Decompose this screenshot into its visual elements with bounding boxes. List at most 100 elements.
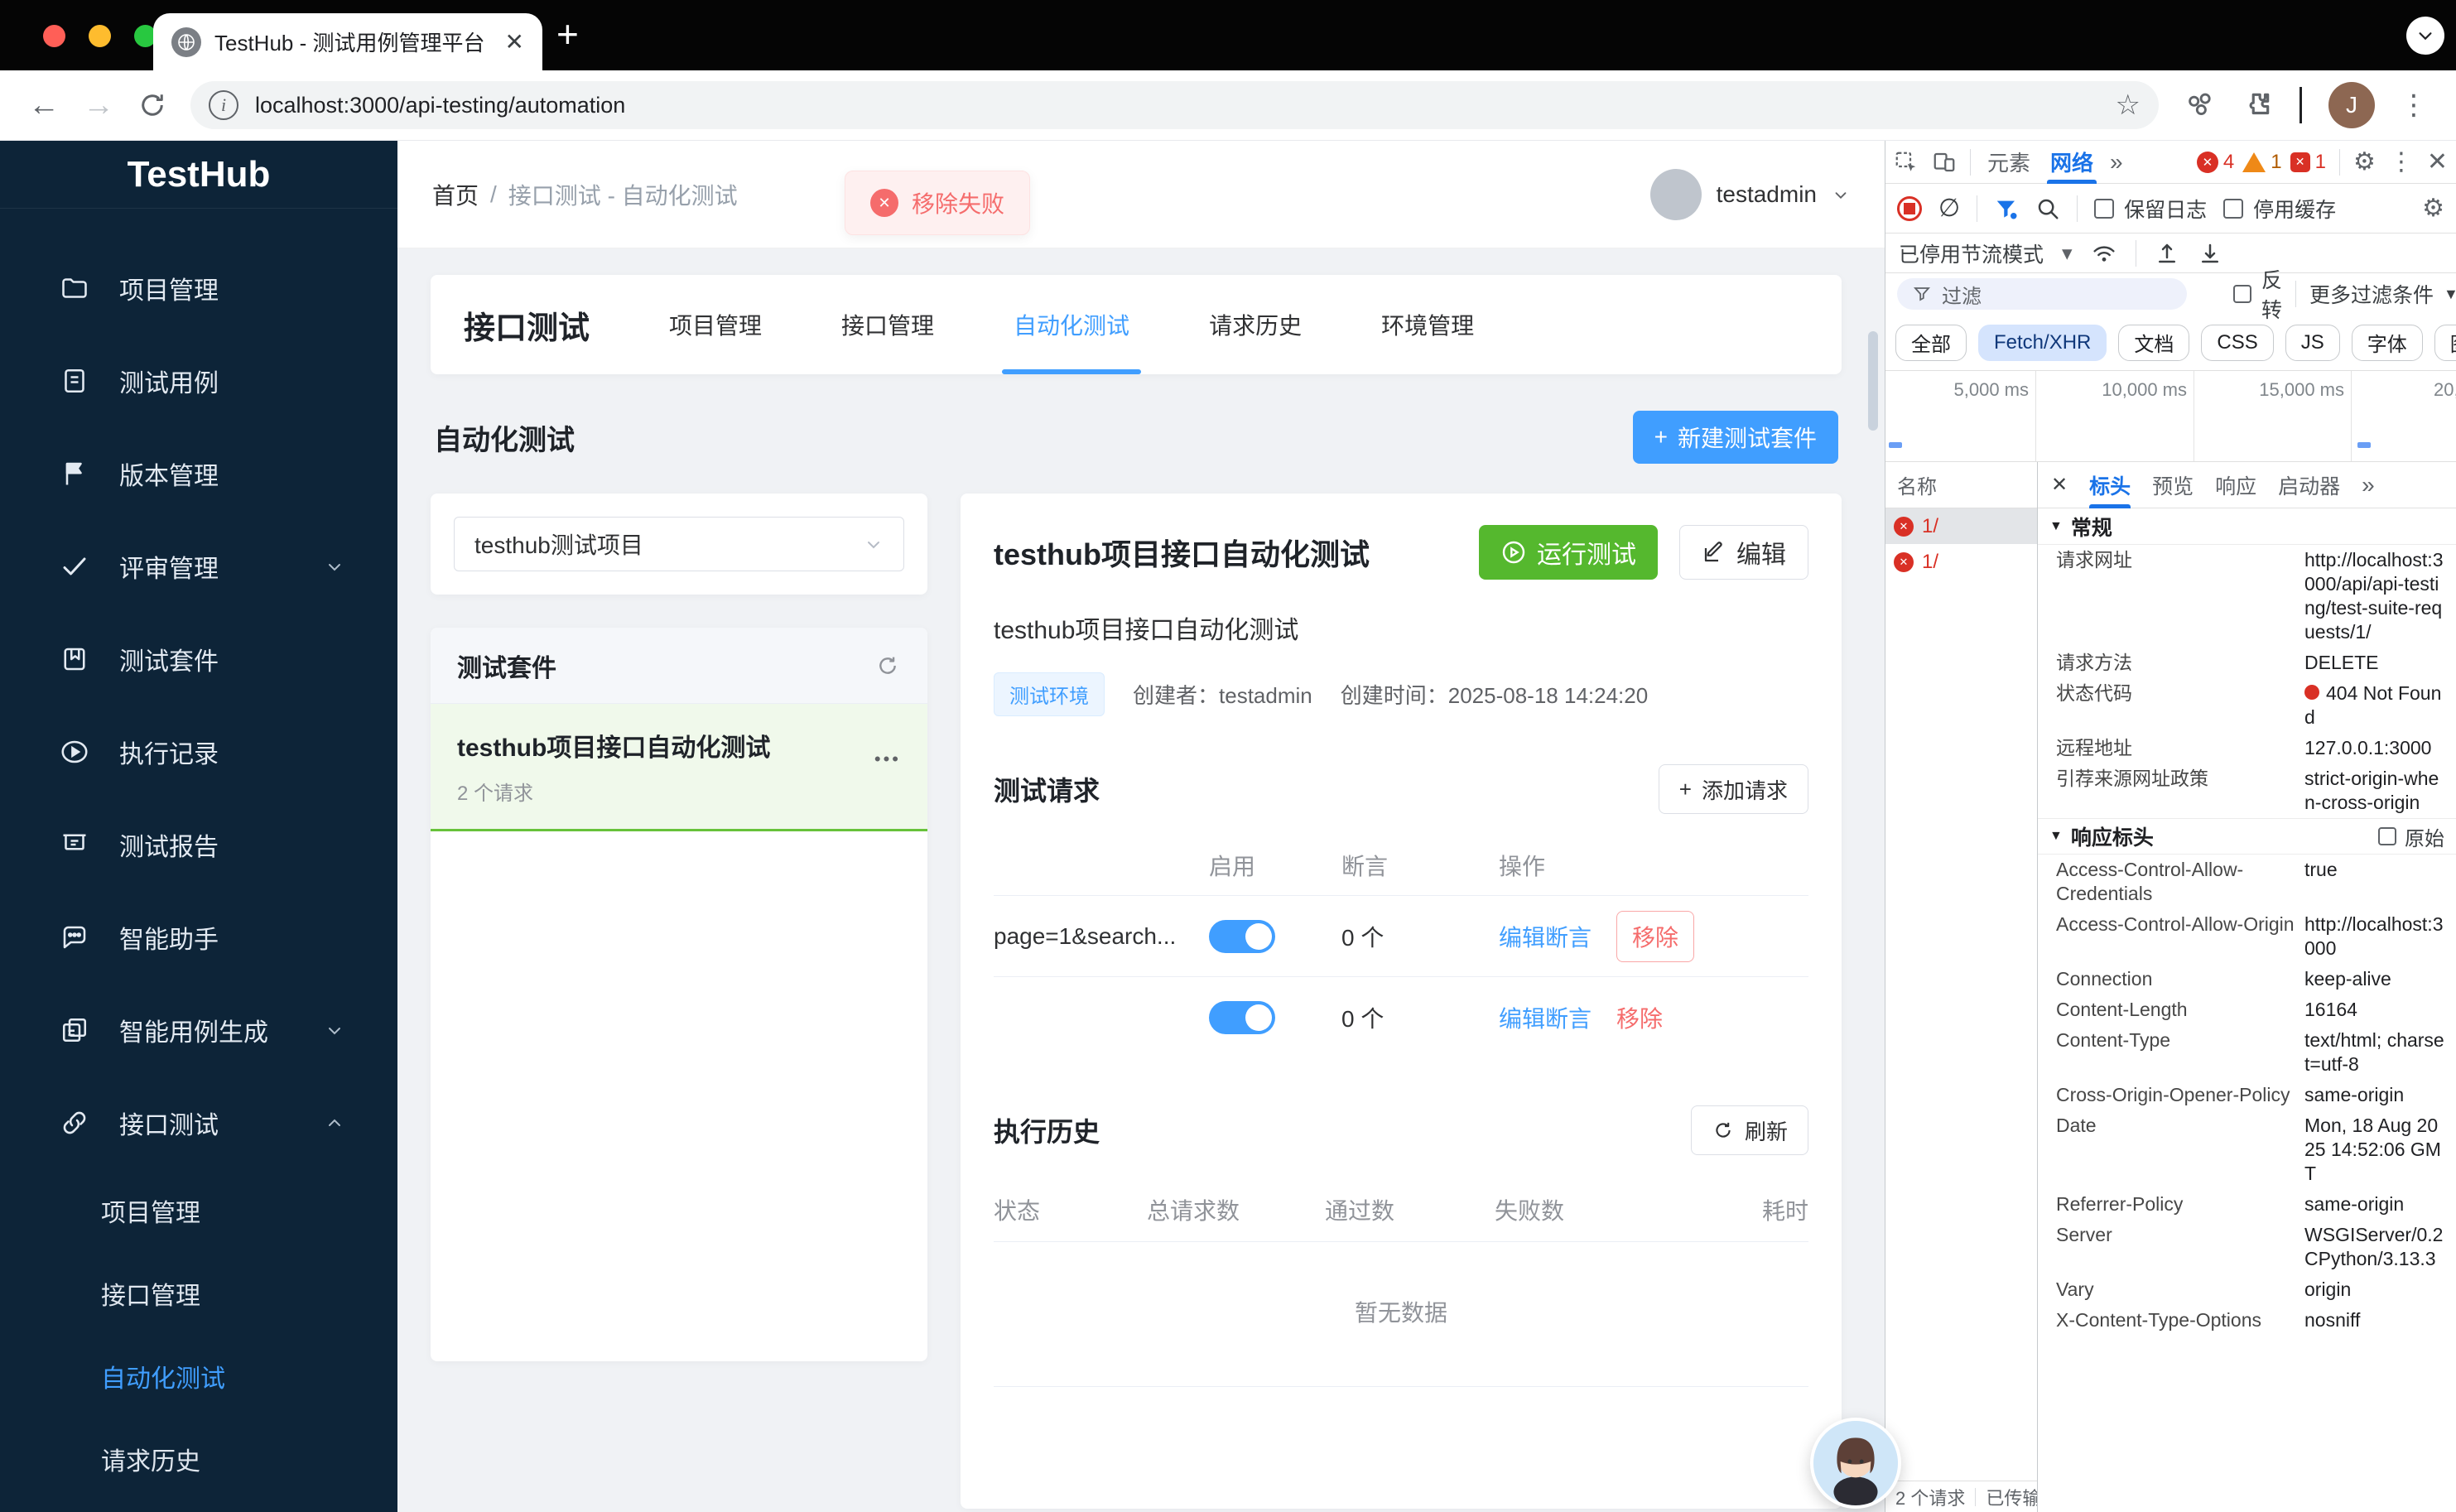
browser-menu-icon[interactable]: ⋮ — [2400, 89, 2428, 122]
chip-font[interactable]: 字体 — [2351, 324, 2423, 361]
devtools-close-icon[interactable]: ✕ — [2427, 147, 2448, 176]
edit-assertion-link[interactable]: 编辑断言 — [1499, 920, 1592, 953]
network-settings-icon[interactable]: ⚙ — [2422, 194, 2444, 223]
chip-js[interactable]: JS — [2285, 324, 2340, 361]
browser-tab[interactable]: TestHub - 测试用例管理平台 ✕ — [153, 13, 542, 70]
add-request-button[interactable]: + 添加请求 — [1658, 764, 1808, 814]
general-section-header[interactable]: ▼ 常规 — [2038, 508, 2456, 545]
request-row-selected[interactable]: ✕ 1/ — [1885, 508, 2037, 544]
filter-funnel-icon[interactable] — [1994, 196, 2019, 221]
profile-avatar[interactable]: J — [2328, 82, 2375, 128]
chip-css[interactable]: CSS — [2201, 324, 2274, 361]
tab-project-mgmt[interactable]: 项目管理 — [669, 275, 762, 374]
tab-api-mgmt[interactable]: 接口管理 — [841, 275, 934, 374]
warning-badge[interactable]: 1 — [2242, 151, 2282, 174]
name-column-header[interactable]: 名称 — [1885, 462, 2037, 508]
chip-doc[interactable]: 文档 — [2118, 324, 2190, 361]
network-overview-timeline[interactable]: 5,000 ms 10,000 ms 15,000 ms 20,000 ms — [1885, 371, 2456, 462]
devtools-tab-elements[interactable]: 元素 — [1984, 141, 2034, 184]
sidebar-item-api-testing[interactable]: 接口测试 — [0, 1076, 397, 1169]
breadcrumb-home[interactable]: 首页 — [432, 178, 479, 211]
sidebar-item-ai-assistant[interactable]: 智能助手 — [0, 891, 397, 984]
sidebar-item-test-suites[interactable]: 测试套件 — [0, 613, 397, 705]
error-badge[interactable]: ✕ 4 — [2196, 151, 2234, 174]
more-filters-dropdown[interactable]: 更多过滤条件 ▼ — [2309, 279, 2456, 309]
throttle-select[interactable]: 已停用节流模式 — [1899, 238, 2044, 268]
url-text[interactable]: localhost:3000/api-testing/automation — [255, 93, 2102, 118]
devtools-menu-icon[interactable]: ⋮ — [2389, 147, 2414, 176]
back-button[interactable]: ← — [28, 88, 60, 123]
sidebar-item-exec-records[interactable]: 执行记录 — [0, 705, 397, 798]
suite-item-more-icon[interactable]: ••• — [874, 749, 901, 770]
sidebar-subitem-automation[interactable]: 自动化测试 — [0, 1335, 397, 1418]
forward-button[interactable]: → — [83, 88, 114, 123]
enable-toggle[interactable] — [1209, 1000, 1275, 1034]
tab-automation[interactable]: 自动化测试 — [1002, 275, 1142, 374]
refresh-icon[interactable] — [874, 652, 901, 679]
chip-img[interactable]: 图片 — [2434, 324, 2456, 361]
remove-link[interactable]: 移除 — [1616, 1001, 1663, 1034]
edit-assertion-link[interactable]: 编辑断言 — [1499, 1001, 1592, 1034]
sidebar-subitem-api-mgmt[interactable]: 接口管理 — [0, 1252, 397, 1335]
preserve-log-checkbox[interactable]: 保留日志 — [2094, 194, 2207, 224]
sidebar-item-version-mgmt[interactable]: 版本管理 — [0, 427, 397, 520]
tab-close-icon[interactable]: ✕ — [505, 28, 524, 55]
user-menu[interactable]: testadmin — [1649, 168, 1850, 220]
request-row[interactable]: ✕ 1/ — [1885, 544, 2037, 580]
edit-button[interactable]: 编辑 — [1679, 525, 1808, 580]
record-icon[interactable] — [1897, 195, 1922, 221]
reload-button[interactable] — [137, 90, 167, 120]
new-tab-button[interactable]: + — [556, 12, 579, 56]
disable-cache-checkbox[interactable]: 停用缓存 — [2223, 194, 2336, 224]
network-conditions-icon[interactable] — [2091, 240, 2117, 267]
inspect-icon[interactable] — [1894, 150, 1919, 175]
search-icon[interactable] — [2035, 196, 2060, 221]
extensions-puzzle-icon[interactable] — [2242, 89, 2273, 121]
window-minimize-button[interactable] — [89, 25, 111, 47]
more-tabs-icon[interactable]: » — [2110, 149, 2123, 176]
tab-preview[interactable]: 预览 — [2152, 462, 2194, 508]
run-test-button[interactable]: 运行测试 — [1479, 525, 1658, 580]
site-info-icon[interactable]: i — [209, 90, 238, 120]
chip-fetch-xhr[interactable]: Fetch/XHR — [1978, 324, 2107, 361]
tab-search-button[interactable] — [2406, 17, 2444, 55]
tab-response[interactable]: 响应 — [2215, 462, 2256, 508]
tab-headers[interactable]: 标头 — [2089, 462, 2131, 508]
sidebar-subitem-project-mgmt[interactable]: 项目管理 — [0, 1169, 397, 1252]
sidebar-item-test-cases[interactable]: 测试用例 — [0, 335, 397, 427]
devtools-tab-network[interactable]: 网络 — [2047, 141, 2097, 184]
page-scrollbar-thumb[interactable] — [1868, 331, 1878, 431]
invert-checkbox[interactable]: 反转 — [2233, 264, 2282, 324]
sidebar-item-test-reports[interactable]: 测试报告 — [0, 798, 397, 891]
window-close-button[interactable] — [43, 25, 65, 47]
sidebar-subitem-request-history[interactable]: 请求历史 — [0, 1418, 397, 1500]
address-bar[interactable]: i localhost:3000/api-testing/automation … — [190, 81, 2159, 129]
issues-badge[interactable]: ✕ 1 — [2290, 151, 2326, 174]
response-headers-section-header[interactable]: ▼ 响应标头 原始 — [2038, 818, 2456, 855]
refresh-button[interactable]: 刷新 — [1690, 1105, 1808, 1155]
new-suite-button[interactable]: + 新建测试套件 — [1632, 411, 1838, 464]
sidebar-item-review-mgmt[interactable]: 评审管理 — [0, 520, 397, 613]
remove-link[interactable]: 移除 — [1616, 910, 1695, 962]
tab-initiator[interactable]: 启动器 — [2278, 462, 2340, 508]
clear-icon[interactable]: ∅ — [1938, 194, 1960, 223]
tab-request-history[interactable]: 请求历史 — [1209, 275, 1302, 374]
filter-input[interactable]: 过滤 — [1897, 278, 2187, 310]
device-toolbar-icon[interactable] — [1932, 150, 1957, 175]
project-select[interactable]: testhub测试项目 — [454, 517, 904, 571]
devtools-settings-icon[interactable]: ⚙ — [2353, 147, 2376, 176]
enable-toggle[interactable] — [1209, 919, 1275, 953]
chip-all[interactable]: 全部 — [1895, 324, 1967, 361]
more-tabs-icon[interactable]: » — [2362, 472, 2375, 498]
suite-list-item-selected[interactable]: testhub项目接口自动化测试 2 个请求 ••• — [431, 704, 927, 831]
sidebar-item-project-mgmt[interactable]: 项目管理 — [0, 242, 397, 335]
close-detail-icon[interactable]: ✕ — [2051, 473, 2068, 497]
import-har-icon[interactable] — [2155, 241, 2179, 266]
sidebar-item-ai-case-gen[interactable]: 智能用例生成 — [0, 984, 397, 1076]
raw-checkbox[interactable]: 原始 — [2378, 822, 2444, 851]
bookmark-star-icon[interactable]: ☆ — [2116, 89, 2141, 122]
hub-icon[interactable] — [2184, 89, 2215, 121]
export-har-icon[interactable] — [2198, 241, 2222, 266]
tab-env-mgmt[interactable]: 环境管理 — [1381, 275, 1474, 374]
assistant-avatar[interactable] — [1810, 1418, 1901, 1509]
